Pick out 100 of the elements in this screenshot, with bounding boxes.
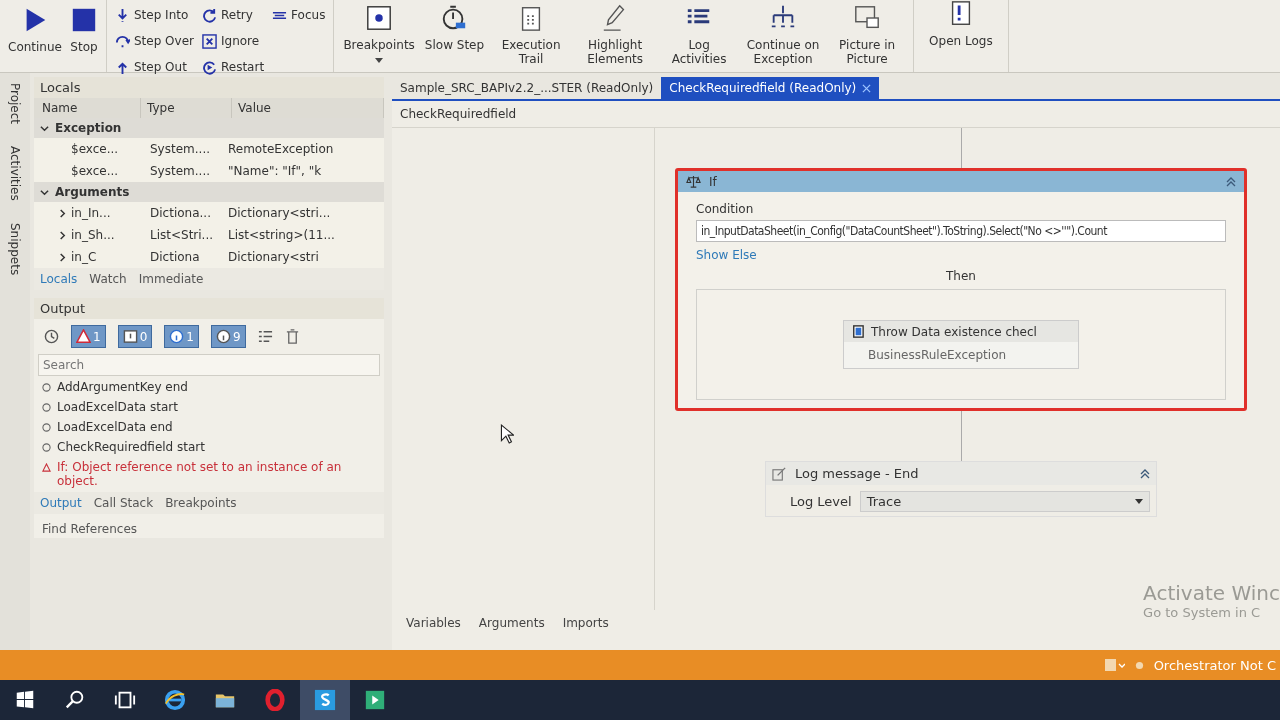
throw-activity[interactable]: Throw Data existence checl BusinessRuleException — [843, 320, 1079, 369]
exclamation-box-icon — [122, 329, 138, 344]
ribbon-button[interactable]: Restart — [201, 56, 265, 78]
panel-tab[interactable]: Find References — [34, 514, 384, 538]
panel-tab[interactable]: Locals — [40, 272, 78, 286]
group-row[interactable]: Exception — [34, 118, 384, 138]
log-line: LoadExcelData start — [57, 400, 178, 414]
activation-watermark: Go to System in C — [1143, 605, 1262, 620]
activity-title: Throw Data existence checl — [871, 324, 1037, 339]
group-row[interactable]: Arguments — [34, 182, 384, 202]
chevron-icon[interactable] — [58, 208, 67, 218]
ribbon-button[interactable]: Step Into — [114, 4, 194, 26]
task-view-icon[interactable] — [114, 689, 136, 711]
restart-icon — [201, 59, 217, 75]
ribbon-button[interactable]: Picture in Picture — [825, 4, 910, 66]
panel-tab[interactable]: Call Stack — [93, 496, 154, 510]
arc-arrow-icon — [114, 33, 130, 49]
browser-e-icon[interactable] — [164, 689, 186, 711]
windows-start-icon[interactable] — [14, 689, 36, 711]
side-panel-tab[interactable]: Project — [8, 83, 22, 125]
mouse-cursor-icon — [500, 424, 514, 444]
ribbon-button[interactable]: Step Out — [114, 56, 194, 78]
log-line: LoadExcelData end — [57, 420, 173, 434]
table-cell-text: Dictiona... — [150, 206, 212, 220]
table-cell-text: List<Stri... — [150, 228, 215, 242]
field-label: Log Level — [790, 494, 852, 509]
ribbon-button[interactable]: Slow Step — [419, 4, 490, 52]
trash-icon[interactable] — [284, 329, 300, 344]
designer-tab[interactable]: Arguments — [478, 616, 545, 630]
table-cell-text: Dictiona — [150, 250, 201, 264]
panel-title: Output — [40, 301, 86, 316]
table-cell-text: System.... — [150, 164, 211, 178]
group-label: Exception — [55, 121, 122, 135]
document-tab[interactable]: CheckRequiredfield (ReadOnly) — [661, 77, 880, 99]
chevron-icon[interactable] — [58, 230, 67, 240]
breadcrumb[interactable]: CheckRequiredfield — [392, 101, 1280, 128]
table-cell-text: "Name": "If", "k — [228, 164, 323, 178]
side-panel-tab[interactable]: Activities — [8, 146, 22, 201]
if-activity[interactable]: If Condition in_InputDataSheet(in_Config("DataCountSheet").ToString).Select("No <>''").Count Show Else Then Throw Data existence checl BusinessRuleException — [675, 168, 1247, 411]
ribbon-button[interactable]: Ignore — [201, 30, 265, 52]
activity-title: Log message - End — [795, 466, 919, 481]
table-cell-text: Dictionary<stri — [228, 250, 320, 264]
table-cell: in_Sh... — [71, 228, 115, 242]
search-field[interactable]: Search — [38, 354, 380, 376]
ribbon-button[interactable]: Step Over — [114, 30, 194, 52]
panel-tab[interactable]: Immediate — [138, 272, 204, 286]
log-line: If: Object reference not set to an instance of an object. — [57, 460, 343, 488]
group-label: Arguments — [55, 185, 130, 199]
clock-icon[interactable] — [44, 329, 59, 344]
exception-type: BusinessRuleException — [867, 347, 1008, 364]
ribbon-button[interactable]: Continue — [4, 4, 66, 56]
panel-tab[interactable]: Breakpoints — [165, 496, 237, 510]
ribbon-button[interactable]: Continue on Exception — [741, 4, 826, 66]
table-cell: $exce... — [71, 164, 119, 178]
search-icon[interactable] — [64, 689, 86, 711]
retry-icon — [201, 7, 217, 23]
panel-tab[interactable]: Output — [40, 496, 82, 510]
play-box-icon[interactable] — [364, 689, 386, 711]
s-logo-icon[interactable] — [314, 689, 336, 711]
activity-title: If — [709, 174, 717, 189]
table-cell-text: RemoteException — [228, 142, 335, 156]
field-label: Condition — [696, 202, 755, 216]
ribbon-button[interactable]: Execution Trail — [489, 4, 574, 66]
log-level-dropdown[interactable]: Trace — [859, 491, 1150, 512]
show-else-link[interactable]: Show Else — [696, 248, 757, 262]
ribbon-button[interactable]: Stop — [65, 4, 102, 56]
ribbon-button[interactable]: Open Logs — [924, 0, 998, 48]
branch-label: Then — [945, 269, 977, 283]
side-panel-tab[interactable]: Snippets — [8, 222, 22, 275]
condition-field[interactable]: in_InputDataSheet(in_Config("DataCountSheet").ToString).Select("No <>''").Count — [696, 220, 1226, 242]
warning-triangle-icon — [42, 463, 51, 472]
document-tab[interactable]: Sample_SRC_BAPIv2.2_...STER (ReadOnly) — [392, 77, 662, 99]
x-box-icon — [201, 33, 217, 49]
box-icon — [850, 324, 865, 339]
collapse-icon[interactable] — [1140, 468, 1150, 479]
ribbon-button[interactable]: Highlight Elements — [573, 4, 658, 66]
log-message-activity[interactable]: Log message - End Log Level Trace — [765, 461, 1157, 517]
dropdown-arrow-icon — [1135, 499, 1143, 504]
circle-icon — [215, 329, 231, 344]
table-cell-text: Dictionary<stri... — [228, 206, 332, 220]
ribbon-button[interactable]: Log Activities — [657, 4, 742, 66]
table-cell: in_In... — [71, 206, 111, 220]
ribbon-button[interactable]: Breakpoints — [338, 4, 420, 63]
ribbon-button[interactable]: Focus — [272, 4, 326, 26]
log-line: AddArgumentKey end — [57, 380, 188, 394]
chevron-icon[interactable] — [58, 252, 67, 262]
ribbon-button[interactable]: Retry — [201, 4, 265, 26]
table-cell: in_C — [71, 250, 97, 264]
warning-triangle-icon — [76, 329, 91, 344]
status-dot-icon — [1134, 660, 1144, 670]
panel-tab[interactable]: Watch — [89, 272, 127, 286]
close-icon[interactable] — [862, 83, 872, 93]
collapse-icon[interactable] — [1226, 176, 1236, 187]
designer-tab[interactable]: Imports — [562, 616, 609, 630]
scales-icon — [686, 174, 701, 189]
table-cell-text: System.... — [150, 142, 211, 156]
ring-o-icon[interactable] — [264, 689, 286, 711]
designer-tab[interactable]: Variables — [406, 616, 461, 630]
list-icon[interactable] — [257, 329, 273, 344]
breakpoint-icon — [365, 4, 394, 32]
